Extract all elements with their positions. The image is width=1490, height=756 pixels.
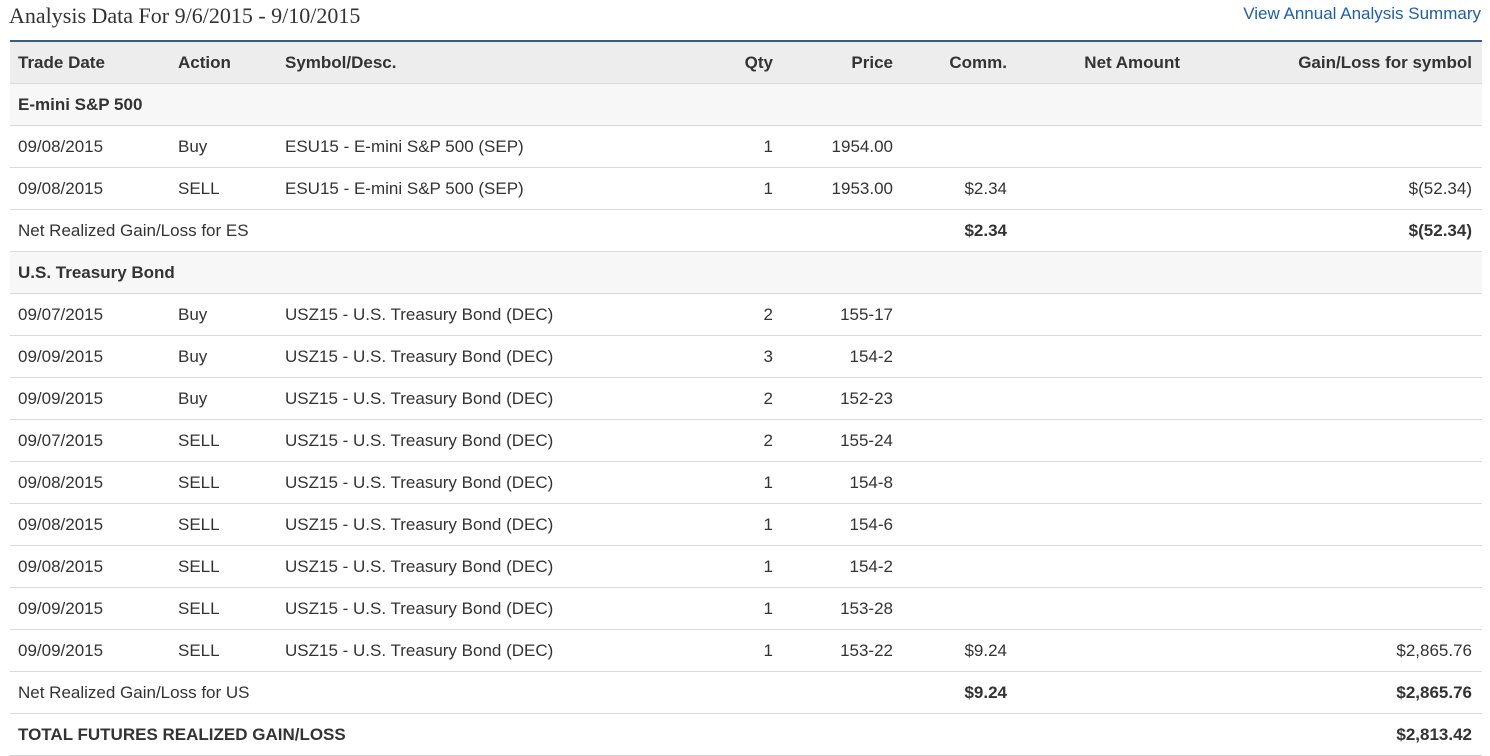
symbol-desc: ESU15 - E-mini S&P 500 (SEP) (285, 179, 524, 198)
gain-loss: $2,865.76 (1396, 641, 1472, 660)
total-gain-loss: $2,813.42 (1396, 725, 1472, 744)
table-row: 09/09/2015 SELL USZ15 - U.S. Treasury Bo… (10, 630, 1482, 672)
table-row: 09/09/2015 SELL USZ15 - U.S. Treasury Bo… (10, 588, 1482, 630)
price: 152-23 (840, 389, 893, 408)
trade-date: 09/09/2015 (18, 389, 104, 408)
price: 153-28 (840, 599, 893, 618)
price: 154-2 (849, 557, 893, 576)
comm: $2.34 (964, 179, 1007, 198)
action: Buy (178, 137, 208, 156)
subtotal-label: Net Realized Gain/Loss for ES (18, 221, 249, 240)
qty: 1 (763, 515, 773, 534)
trade-date: 09/09/2015 (18, 347, 104, 366)
analysis-table: Trade Date Action Symbol/Desc. Qty Price… (10, 40, 1482, 756)
subtotal-row: Net Realized Gain/Loss for ES $2.34 $(52… (10, 210, 1482, 252)
subtotal-label: Net Realized Gain/Loss for US (18, 683, 250, 702)
table-row: 09/09/2015 Buy USZ15 - U.S. Treasury Bon… (10, 336, 1482, 378)
symbol-desc: USZ15 - U.S. Treasury Bond (DEC) (285, 431, 554, 450)
col-header-comm[interactable]: Comm. (949, 42, 1007, 83)
price: 154-2 (849, 347, 893, 366)
group-name: U.S. Treasury Bond (18, 263, 175, 282)
symbol-desc: USZ15 - U.S. Treasury Bond (DEC) (285, 599, 554, 618)
symbol-desc: USZ15 - U.S. Treasury Bond (DEC) (285, 347, 554, 366)
action: SELL (178, 515, 220, 534)
subtotal-gain-loss: $2,865.76 (1396, 683, 1472, 702)
symbol-desc: ESU15 - E-mini S&P 500 (SEP) (285, 137, 524, 156)
col-header-action[interactable]: Action (178, 42, 231, 83)
action: Buy (178, 347, 208, 366)
page-title: Analysis Data For 9/6/2015 - 9/10/2015 (9, 3, 361, 28)
trade-date: 09/09/2015 (18, 641, 104, 660)
group-header-row: U.S. Treasury Bond (10, 252, 1482, 294)
price: 154-8 (849, 473, 893, 492)
table-header-row: Trade Date Action Symbol/Desc. Qty Price… (10, 42, 1482, 84)
col-header-net-amount[interactable]: Net Amount (1084, 42, 1180, 83)
trade-date: 09/07/2015 (18, 431, 104, 450)
action: Buy (178, 389, 208, 408)
col-header-symbol[interactable]: Symbol/Desc. (285, 42, 397, 83)
qty: 2 (763, 389, 773, 408)
page-header: Analysis Data For 9/6/2015 - 9/10/2015 V… (0, 0, 1490, 40)
qty: 1 (763, 557, 773, 576)
group-name: E-mini S&P 500 (18, 95, 143, 114)
subtotal-comm: $9.24 (964, 683, 1007, 702)
total-row: TOTAL FUTURES REALIZED GAIN/LOSS $2,813.… (10, 714, 1482, 756)
table-row: 09/07/2015 SELL USZ15 - U.S. Treasury Bo… (10, 420, 1482, 462)
trade-date: 09/08/2015 (18, 137, 104, 156)
table-row: 09/08/2015 Buy ESU15 - E-mini S&P 500 (S… (10, 126, 1482, 168)
subtotal-row: Net Realized Gain/Loss for US $9.24 $2,8… (10, 672, 1482, 714)
table-row: 09/08/2015 SELL ESU15 - E-mini S&P 500 (… (10, 168, 1482, 210)
comm: $9.24 (964, 641, 1007, 660)
col-header-trade-date[interactable]: Trade Date (18, 42, 105, 83)
symbol-desc: USZ15 - U.S. Treasury Bond (DEC) (285, 515, 554, 534)
price: 153-22 (840, 641, 893, 660)
col-header-gain-loss[interactable]: Gain/Loss for symbol (1298, 42, 1472, 83)
symbol-desc: USZ15 - U.S. Treasury Bond (DEC) (285, 389, 554, 408)
trade-date: 09/08/2015 (18, 557, 104, 576)
qty: 1 (763, 137, 773, 156)
symbol-desc: USZ15 - U.S. Treasury Bond (DEC) (285, 305, 554, 324)
action: SELL (178, 599, 220, 618)
symbol-desc: USZ15 - U.S. Treasury Bond (DEC) (285, 473, 554, 492)
table-row: 09/08/2015 SELL USZ15 - U.S. Treasury Bo… (10, 546, 1482, 588)
price: 1954.00 (831, 137, 893, 156)
table-row: 09/09/2015 Buy USZ15 - U.S. Treasury Bon… (10, 378, 1482, 420)
total-label: TOTAL FUTURES REALIZED GAIN/LOSS (18, 725, 346, 744)
price: 155-24 (840, 431, 893, 450)
subtotal-comm: $2.34 (964, 221, 1007, 240)
trade-date: 09/08/2015 (18, 179, 104, 198)
action: SELL (178, 641, 220, 660)
action: Buy (178, 305, 208, 324)
col-header-qty[interactable]: Qty (745, 42, 773, 83)
qty: 2 (763, 305, 773, 324)
qty: 2 (763, 431, 773, 450)
trade-date: 09/07/2015 (18, 305, 104, 324)
trade-date: 09/08/2015 (18, 473, 104, 492)
col-header-price[interactable]: Price (851, 42, 893, 83)
group-header-row: E-mini S&P 500 (10, 84, 1482, 126)
table-row: 09/08/2015 SELL USZ15 - U.S. Treasury Bo… (10, 504, 1482, 546)
table-row: 09/08/2015 SELL USZ15 - U.S. Treasury Bo… (10, 462, 1482, 504)
action: SELL (178, 179, 220, 198)
qty: 3 (763, 347, 773, 366)
price: 1953.00 (831, 179, 893, 198)
action: SELL (178, 473, 220, 492)
action: SELL (178, 557, 220, 576)
symbol-desc: USZ15 - U.S. Treasury Bond (DEC) (285, 557, 554, 576)
symbol-desc: USZ15 - U.S. Treasury Bond (DEC) (285, 641, 554, 660)
action: SELL (178, 431, 220, 450)
trade-date: 09/09/2015 (18, 599, 104, 618)
subtotal-gain-loss: $(52.34) (1408, 221, 1472, 240)
table-row: 09/07/2015 Buy USZ15 - U.S. Treasury Bon… (10, 294, 1482, 336)
qty: 1 (763, 473, 773, 492)
qty: 1 (763, 641, 773, 660)
gain-loss: $(52.34) (1408, 179, 1472, 198)
price: 155-17 (840, 305, 893, 324)
qty: 1 (763, 599, 773, 618)
view-annual-summary-link[interactable]: View Annual Analysis Summary (1243, 4, 1481, 24)
price: 154-6 (849, 515, 893, 534)
qty: 1 (763, 179, 773, 198)
trade-date: 09/08/2015 (18, 515, 104, 534)
